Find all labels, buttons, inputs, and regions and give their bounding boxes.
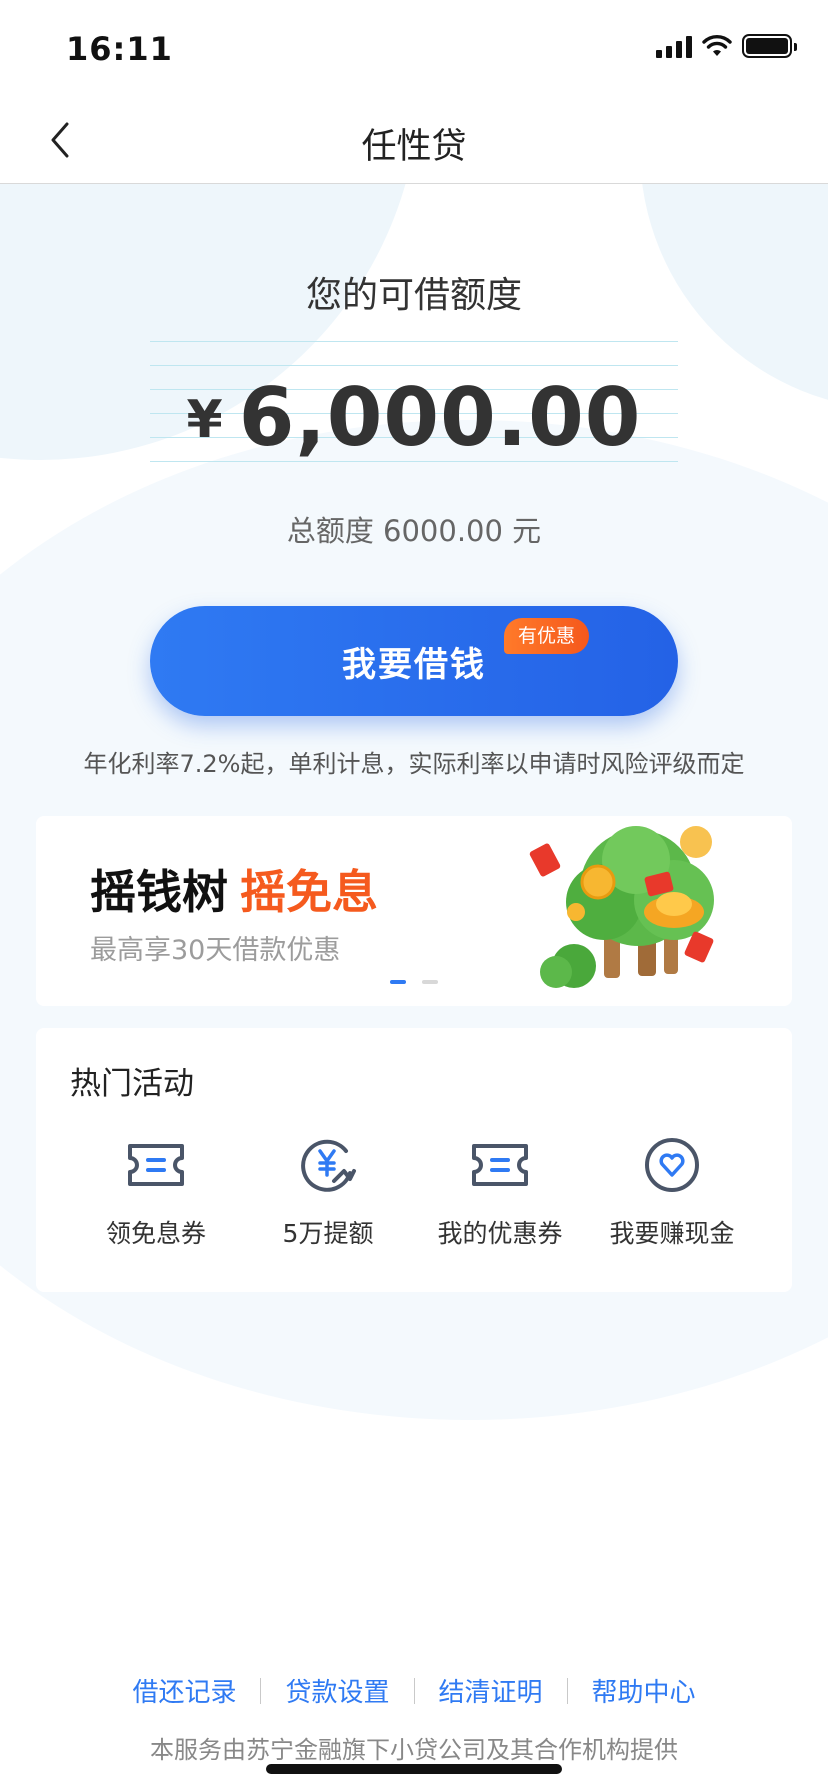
yuan-boost-icon xyxy=(297,1134,359,1196)
footer-link-loan-settings[interactable]: 贷款设置 xyxy=(261,1672,413,1709)
footer-link-settlement-certificate[interactable]: 结清证明 xyxy=(415,1672,567,1709)
activity-label: 5万提额 xyxy=(282,1219,374,1248)
banner-dot-active[interactable] xyxy=(390,980,406,984)
cellular-signal-icon xyxy=(656,34,692,58)
wifi-icon xyxy=(702,35,732,56)
banner-title-highlight: 摇免息 xyxy=(240,865,378,919)
hot-activities-card: 热门活动 领免息券 5万提额 我的优惠券 我要赚现金 xyxy=(36,1028,792,1292)
credit-label: 您的可借额度 xyxy=(305,275,522,316)
banner-dot[interactable] xyxy=(422,980,438,984)
total-credit-line: 总额度 6000.00 元 xyxy=(286,514,542,548)
ticket-icon xyxy=(125,1134,187,1196)
activities-grid: 领免息券 5万提额 我的优惠券 我要赚现金 xyxy=(70,1134,758,1250)
currency-symbol: ¥ xyxy=(186,390,223,450)
rate-note: 年化利率7.2%起，单利计息，实际利率以申请时风险评级而定 xyxy=(83,750,745,778)
borrow-button-label: 我要借钱 xyxy=(342,644,486,685)
banner-subtitle: 最高享30天借款优惠 xyxy=(90,935,341,966)
battery-icon xyxy=(742,34,797,58)
activity-earn-cash[interactable]: 我要赚现金 xyxy=(586,1134,758,1250)
activity-my-coupons[interactable]: 我的优惠券 xyxy=(414,1134,586,1250)
footer-link-repayment-records[interactable]: 借还记录 xyxy=(108,1672,260,1709)
heart-badge-icon xyxy=(641,1134,703,1196)
status-bar: 16:11 xyxy=(0,0,828,96)
promo-banner[interactable]: 摇钱树 摇免息 最高享30天借款优惠 xyxy=(36,816,792,1006)
activities-title: 热门活动 xyxy=(70,1066,194,1102)
service-provider-note: 本服务由苏宁金融旗下小贷公司及其合作机构提供 xyxy=(150,1736,678,1764)
activity-label: 我的优惠券 xyxy=(437,1219,563,1248)
activity-limit-boost[interactable]: 5万提额 xyxy=(242,1134,414,1250)
banner-pagination xyxy=(390,980,438,984)
available-amount: ¥6,000.00 xyxy=(150,341,678,471)
money-tree-illustration xyxy=(529,826,714,988)
amount-value: 6,000.00 xyxy=(238,371,642,464)
status-time: 16:11 xyxy=(66,30,173,68)
borrow-button[interactable]: 我要借钱 xyxy=(150,606,678,716)
banner-title: 摇钱树 摇免息 xyxy=(90,856,378,922)
banner-title-main: 摇钱树 xyxy=(90,865,228,919)
footer-link-help-center[interactable]: 帮助中心 xyxy=(568,1672,720,1709)
coupon-icon xyxy=(469,1134,531,1196)
nav-bar: 任性贷 xyxy=(0,96,828,184)
activity-label: 我要赚现金 xyxy=(609,1219,735,1248)
status-icons xyxy=(656,34,797,58)
footer-links: 借还记录 贷款设置 结清证明 帮助中心 xyxy=(0,1672,828,1709)
activity-free-interest-coupon[interactable]: 领免息券 xyxy=(70,1134,242,1250)
activity-label: 领免息券 xyxy=(105,1219,206,1248)
home-indicator[interactable] xyxy=(266,1764,562,1774)
promo-badge: 有优惠 xyxy=(504,618,590,654)
page-title: 任性贷 xyxy=(361,127,467,167)
